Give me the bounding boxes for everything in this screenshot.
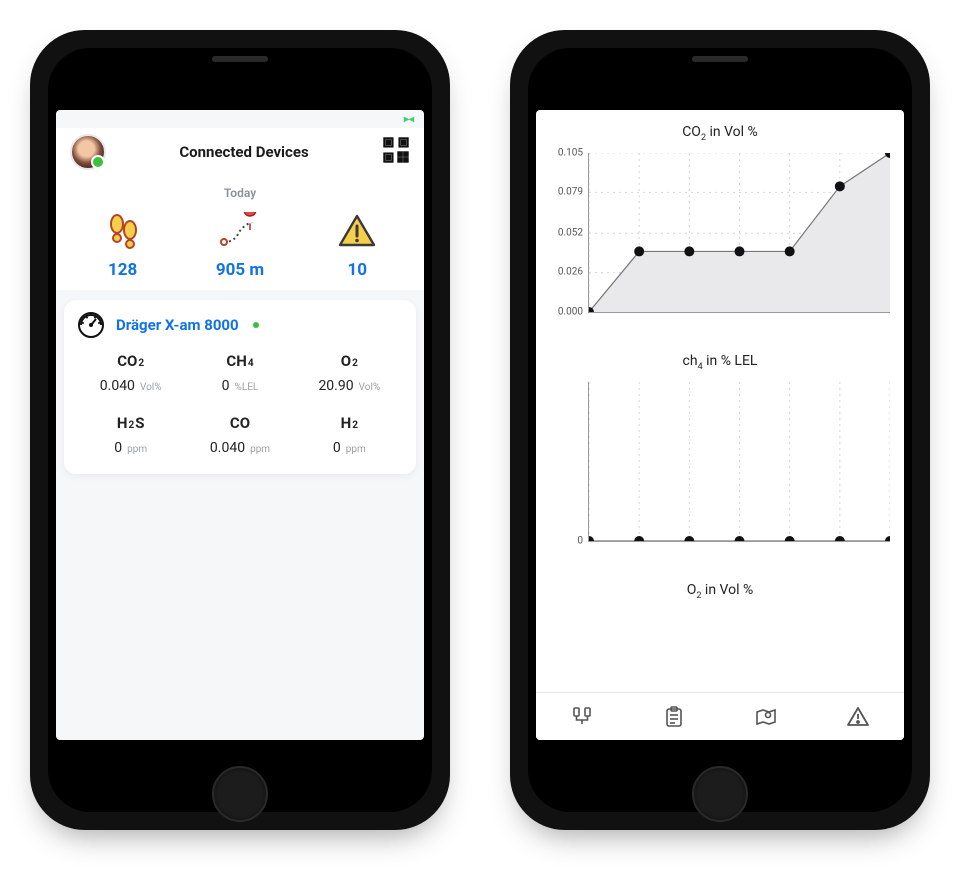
tab-checklist[interactable] xyxy=(662,705,686,729)
y-tick-label: 0.105 xyxy=(558,147,583,158)
stat-distance-value: 905 m xyxy=(182,260,298,280)
chart-co2-title-post: in Vol % xyxy=(706,124,758,140)
tab-bar xyxy=(536,692,904,740)
phone-bezel: CO2 in Vol % 0.0000.0260.0520.0790.105 c… xyxy=(528,48,912,812)
warning-triangle-icon xyxy=(299,210,415,252)
battery-charging-icon: ▸◂ xyxy=(404,114,414,125)
reading-cell: CH4 0%LEL xyxy=(185,352,294,394)
stat-alerts-value: 10 xyxy=(299,260,415,280)
reading-label: H2S xyxy=(76,414,185,432)
chart-ch4-title-pre: ch xyxy=(683,353,698,369)
reading-cell: CO2 0.040Vol% xyxy=(76,352,185,394)
chart-co2-plot[interactable]: 0.0000.0260.0520.0790.105 xyxy=(588,153,890,313)
stat-steps[interactable]: 128 xyxy=(65,210,181,280)
status-bar: ▸◂ xyxy=(56,110,424,128)
phone-frame-right: CO2 in Vol % 0.0000.0260.0520.0790.105 c… xyxy=(510,30,930,830)
reading-cell: H2 0ppm xyxy=(295,414,404,456)
phone-bezel: ▸◂ Connected Devices Today xyxy=(48,48,432,812)
reading-label: CO xyxy=(185,414,294,432)
gauge-icon xyxy=(76,310,106,340)
reading-value: 20.90Vol% xyxy=(295,378,404,394)
chart-co2-title: CO2 in Vol % xyxy=(550,118,890,153)
home-button[interactable] xyxy=(692,766,748,822)
chart-o2: O2 in Vol % xyxy=(536,568,904,611)
footsteps-icon xyxy=(65,210,181,252)
map-route-icon xyxy=(182,210,298,252)
chart-o2-title-post: in Vol % xyxy=(701,582,753,598)
reading-cell: H2S 0ppm xyxy=(76,414,185,456)
reading-label: O2 xyxy=(295,352,404,370)
stat-distance[interactable]: 905 m xyxy=(182,210,298,280)
device-name: Dräger X-am 8000 xyxy=(116,316,239,334)
qr-code-icon[interactable] xyxy=(382,136,410,168)
app-header: Connected Devices xyxy=(56,128,424,178)
reading-label: CH4 xyxy=(185,352,294,370)
chart-ch4-title: ch4 in % LEL xyxy=(550,347,890,382)
chart-ch4: ch4 in % LEL 0 xyxy=(536,339,904,542)
y-tick-label: 0.026 xyxy=(558,267,583,278)
reading-value: 0.040Vol% xyxy=(76,378,185,394)
chart-ch4-plot[interactable]: 0 xyxy=(588,382,890,542)
screen-right: CO2 in Vol % 0.0000.0260.0520.0790.105 c… xyxy=(536,110,904,740)
chart-y-labels: 0 xyxy=(549,382,585,541)
reading-value: 0.040ppm xyxy=(185,440,294,456)
reading-label: CO2 xyxy=(76,352,185,370)
chart-co2-title-pre: CO xyxy=(682,124,701,140)
page-title: Connected Devices xyxy=(179,143,308,161)
chart-o2-title: O2 in Vol % xyxy=(550,576,890,611)
y-tick-label: 0 xyxy=(577,535,583,546)
stat-alerts[interactable]: 10 xyxy=(299,210,415,280)
phone-speaker xyxy=(692,56,748,62)
readings-grid: CO20.040Vol%CH40%LELO220.90Vol%H2S0ppmCO… xyxy=(76,352,404,456)
y-tick-label: 0.000 xyxy=(558,306,583,317)
reading-value: 0%LEL xyxy=(185,378,294,394)
tab-map[interactable] xyxy=(754,705,778,729)
tab-devices[interactable] xyxy=(570,705,594,729)
chart-ch4-title-post: in % LEL xyxy=(703,353,758,369)
chart-o2-title-pre: O xyxy=(687,582,697,598)
reading-cell: CO 0.040ppm xyxy=(185,414,294,456)
y-tick-label: 0.052 xyxy=(558,228,583,239)
reading-value: 0ppm xyxy=(295,440,404,456)
device-card-header: Dräger X-am 8000 xyxy=(76,310,404,340)
chart-co2: CO2 in Vol % 0.0000.0260.0520.0790.105 xyxy=(536,110,904,313)
reading-label: H2 xyxy=(295,414,404,432)
device-card[interactable]: Dräger X-am 8000 CO2 0.040Vol%CH4 0%LELO2 2… xyxy=(64,300,416,474)
chart-y-labels: 0.0000.0260.0520.0790.105 xyxy=(549,153,585,312)
screen-left: ▸◂ Connected Devices Today xyxy=(56,110,424,740)
reading-cell: O2 20.90Vol% xyxy=(295,352,404,394)
avatar[interactable] xyxy=(70,134,106,170)
stats-row: 128 905 m xyxy=(56,210,424,290)
phone-speaker xyxy=(212,56,268,62)
reading-value: 0ppm xyxy=(76,440,185,456)
tab-alerts[interactable] xyxy=(846,705,870,729)
device-status-dot xyxy=(253,322,259,328)
phone-frame-left: ▸◂ Connected Devices Today xyxy=(30,30,450,830)
y-tick-label: 0.079 xyxy=(558,187,583,198)
stat-steps-value: 128 xyxy=(65,260,181,280)
home-button[interactable] xyxy=(212,766,268,822)
today-label: Today xyxy=(56,178,424,210)
